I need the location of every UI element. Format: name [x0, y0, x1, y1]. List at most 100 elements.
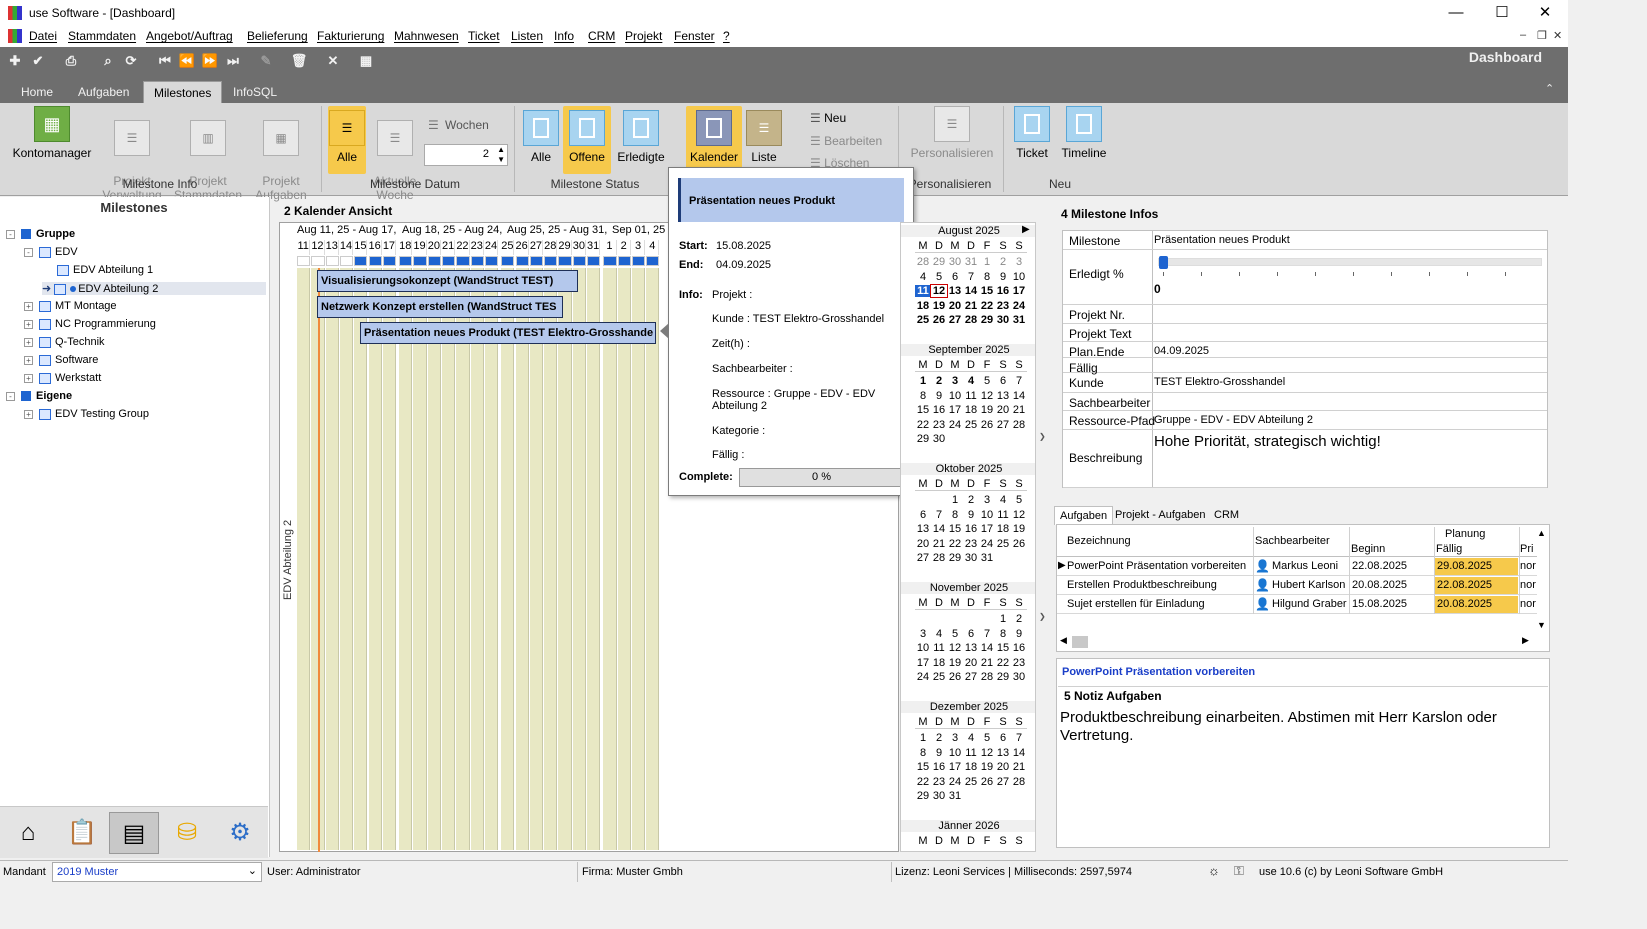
- tab-infosql[interactable]: InfoSQL: [223, 81, 287, 104]
- day-cell[interactable]: 19: [979, 404, 995, 416]
- task-name[interactable]: Erstellen Produktbeschreibung: [1067, 579, 1217, 591]
- day-cell[interactable]: 23: [931, 419, 947, 431]
- day-cell[interactable]: 23: [995, 300, 1011, 312]
- day-cell[interactable]: 21: [1011, 761, 1027, 773]
- day-header[interactable]: 15: [354, 240, 368, 255]
- day-cell[interactable]: 30: [995, 314, 1011, 326]
- day-column[interactable]: [470, 268, 484, 850]
- day-column[interactable]: [544, 268, 558, 850]
- day-cell[interactable]: [915, 494, 931, 506]
- day-cell[interactable]: 27: [915, 552, 931, 564]
- day-column[interactable]: [368, 268, 382, 850]
- menu-projekt[interactable]: Projekt: [625, 29, 662, 43]
- day-cell[interactable]: 14: [963, 285, 979, 297]
- day-column[interactable]: [456, 268, 470, 850]
- info-value[interactable]: Gruppe - EDV - EDV Abteilung 2: [1154, 414, 1313, 426]
- network-icon[interactable]: ⚿: [1234, 863, 1244, 879]
- day-cell[interactable]: 11: [963, 390, 979, 402]
- day-cell[interactable]: 4: [963, 732, 979, 744]
- day-cell[interactable]: 11: [963, 747, 979, 759]
- day-cell[interactable]: 29: [931, 256, 947, 268]
- day-cell[interactable]: 22: [979, 300, 995, 312]
- day-column[interactable]: [587, 268, 601, 850]
- new-icon[interactable]: ✚: [6, 52, 24, 70]
- day-cell[interactable]: [963, 433, 979, 445]
- milestones-icon[interactable]: ▤: [109, 812, 159, 854]
- task-bar[interactable]: Visualisierungsokonzept (WandStruct TEST…: [317, 270, 578, 292]
- day-cell[interactable]: 7: [1011, 732, 1027, 744]
- day-cell[interactable]: 19: [1011, 523, 1027, 535]
- aktuelle-woche-button[interactable]: ☰ Aktuelle Woche: [370, 106, 420, 216]
- day-column[interactable]: [484, 268, 499, 850]
- menu-belieferung[interactable]: Belieferung: [247, 29, 308, 43]
- day-cell[interactable]: 9: [1011, 628, 1027, 640]
- day-cell[interactable]: 24: [1011, 300, 1027, 312]
- menu-listen[interactable]: Listen: [511, 29, 543, 43]
- check-icon[interactable]: ✔: [29, 52, 47, 70]
- day-cell[interactable]: 30: [947, 256, 963, 268]
- day-cell[interactable]: 21: [1011, 404, 1027, 416]
- day-cell[interactable]: 25: [995, 538, 1011, 550]
- day-cell[interactable]: 30: [963, 552, 979, 564]
- day-cell[interactable]: 27: [963, 671, 979, 683]
- mdi-minimize-icon[interactable]: –: [1520, 29, 1526, 41]
- day-cell[interactable]: 6: [963, 628, 979, 640]
- personalisieren-button[interactable]: ☰ Personalisieren: [910, 106, 994, 160]
- day-cell[interactable]: 3: [947, 732, 963, 744]
- day-column[interactable]: [325, 268, 339, 850]
- mdi-close-icon[interactable]: ✕: [1553, 29, 1562, 42]
- day-cell[interactable]: 25: [931, 671, 947, 683]
- delete-icon[interactable]: 🗑: [290, 52, 308, 70]
- kalender-button[interactable]: Kalender: [686, 106, 742, 174]
- day-cell[interactable]: [1011, 790, 1027, 802]
- day-cell[interactable]: 29: [979, 314, 995, 326]
- day-cell[interactable]: 14: [1011, 747, 1027, 759]
- task-name[interactable]: Sujet erstellen für Einladung: [1067, 598, 1205, 610]
- day-cell[interactable]: 18: [931, 657, 947, 669]
- day-header[interactable]: 17: [383, 240, 397, 255]
- day-cell[interactable]: 25: [915, 314, 931, 326]
- day-cell[interactable]: 6: [915, 509, 931, 521]
- first-icon[interactable]: ⏮: [156, 52, 174, 70]
- day-cell[interactable]: 4: [995, 494, 1011, 506]
- day-cell[interactable]: 27: [947, 314, 963, 326]
- day-cell[interactable]: 1: [995, 613, 1011, 625]
- day-cell[interactable]: 5: [979, 375, 995, 387]
- day-cell[interactable]: 17: [947, 761, 963, 773]
- cancel-icon[interactable]: ✕: [324, 52, 342, 70]
- day-header[interactable]: 31: [587, 240, 601, 255]
- day-cell[interactable]: 30: [931, 433, 947, 445]
- day-cell[interactable]: 25: [963, 776, 979, 788]
- day-cell[interactable]: 12: [1011, 509, 1027, 521]
- day-cell[interactable]: 8: [915, 747, 931, 759]
- day-header[interactable]: 29: [558, 240, 572, 255]
- day-cell[interactable]: 4: [963, 375, 979, 387]
- day-cell[interactable]: 24: [979, 538, 995, 550]
- day-cell[interactable]: 1: [979, 256, 995, 268]
- tree-node[interactable]: + NC Programmierung: [24, 318, 156, 330]
- database-icon[interactable]: ⛁: [162, 812, 212, 854]
- day-header[interactable]: 25: [501, 240, 515, 255]
- day-cell[interactable]: 7: [979, 628, 995, 640]
- day-cell[interactable]: 11: [931, 642, 947, 654]
- day-cell[interactable]: 31: [979, 552, 995, 564]
- menu-angebot-auftrag[interactable]: Angebot/Auftrag: [146, 29, 233, 43]
- splitter-left-icon[interactable]: ❯: [1039, 612, 1048, 628]
- day-cell[interactable]: 21: [963, 300, 979, 312]
- day-header[interactable]: 16: [369, 240, 382, 255]
- day-column[interactable]: [603, 268, 617, 850]
- day-cell[interactable]: 15: [995, 642, 1011, 654]
- day-cell[interactable]: [931, 613, 947, 625]
- day-cell[interactable]: 31: [1011, 314, 1027, 326]
- day-cell[interactable]: 28: [1011, 776, 1027, 788]
- day-header[interactable]: 18: [399, 240, 413, 255]
- day-cell[interactable]: 6: [947, 271, 963, 283]
- day-header[interactable]: 26: [516, 240, 529, 255]
- day-cell[interactable]: 28: [963, 314, 979, 326]
- day-cell[interactable]: 24: [947, 776, 963, 788]
- day-cell[interactable]: 23: [963, 538, 979, 550]
- day-column[interactable]: [646, 268, 660, 850]
- day-header[interactable]: 24: [485, 240, 499, 255]
- day-cell[interactable]: 31: [947, 790, 963, 802]
- menu-ticket[interactable]: Ticket: [468, 29, 500, 43]
